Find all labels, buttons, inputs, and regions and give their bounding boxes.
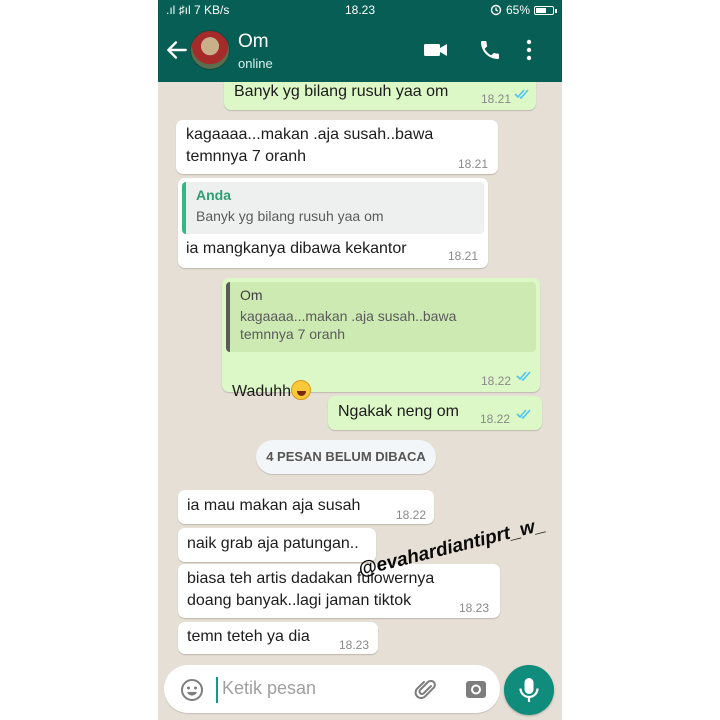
message-input[interactable]: Ketik pesan (164, 665, 500, 713)
attach-icon[interactable] (414, 677, 438, 703)
message-text: biasa teh artis dadakan fulowernya doang… (187, 570, 435, 609)
back-arrow-icon[interactable] (164, 37, 190, 63)
message-time: 18.21 (481, 92, 512, 106)
unread-messages-banner: 4 PESAN BELUM DIBACA (256, 440, 436, 474)
message-time: 18.21 (458, 157, 489, 171)
message-outgoing-reply[interactable]: Om kagaaaa...makan .aja susah..bawa temn… (222, 278, 540, 400)
camera-icon[interactable] (464, 677, 488, 701)
video-call-icon[interactable] (422, 38, 450, 62)
conversation[interactable]: Banyk yg bilang rusuh yaa om 18.21 kagaa… (158, 82, 562, 656)
message-incoming-reply[interactable]: Anda Banyk yg bilang rusuh yaa om ia man… (178, 178, 488, 268)
quote-text: kagaaaa...makan .aja susah..bawa temnnya… (240, 308, 457, 342)
status-bar: .ıl ♯ıl 7 KB/s 18.23 65% (158, 0, 562, 22)
contact-name[interactable]: Om (238, 31, 269, 53)
chat-header: Om online (158, 22, 562, 82)
message-text: kagaaaa...makan .aja susah..bawa temnnya… (186, 126, 434, 165)
laughing-emoji-icon (291, 380, 311, 400)
double-check-icon (514, 89, 529, 100)
double-check-icon (516, 371, 531, 382)
battery-percent: 65% (505, 3, 530, 17)
message-time: 18.22 (480, 412, 511, 426)
message-incoming[interactable]: naik grab aja patungan.. (178, 528, 376, 562)
message-incoming[interactable]: biasa teh artis dadakan fulowernya doang… (178, 564, 500, 618)
avatar[interactable] (190, 30, 230, 70)
quoted-message[interactable]: Anda Banyk yg bilang rusuh yaa om (182, 182, 484, 234)
message-incoming[interactable]: ia mau makan aja susah 18.22 (178, 490, 434, 524)
message-text: temn teteh ya dia (187, 628, 310, 645)
message-text: Banyk yg bilang rusuh yaa om (234, 83, 449, 100)
message-time: 18.21 (448, 249, 479, 263)
quote-author: Om (240, 287, 263, 303)
message-incoming[interactable]: kagaaaa...makan .aja susah..bawa temnnya… (176, 120, 498, 174)
quote-text: Banyk yg bilang rusuh yaa om (196, 208, 384, 224)
message-outgoing[interactable]: Banyk yg bilang rusuh yaa om 18.21 (224, 82, 536, 110)
message-text: ia mangkanya dibawa kekantor (186, 240, 407, 257)
message-text: Ngakak neng om (338, 403, 459, 420)
double-check-icon (516, 409, 531, 420)
contact-status: online (238, 56, 273, 71)
phone-screen: .ıl ♯ıl 7 KB/s 18.23 65% Om online Banyk… (158, 0, 562, 720)
battery-fill (536, 7, 546, 13)
more-options-icon[interactable] (524, 38, 534, 62)
battery-indicator: 65% (490, 3, 557, 17)
message-text: ia mau makan aja susah (187, 497, 361, 514)
composer-bar: Ketik pesan (158, 656, 562, 720)
quoted-message[interactable]: Om kagaaaa...makan .aja susah..bawa temn… (226, 282, 536, 352)
text-cursor (216, 677, 218, 703)
quote-author: Anda (196, 187, 231, 203)
phone-call-icon[interactable] (478, 38, 502, 62)
message-text: naik grab aja patungan.. (187, 535, 359, 552)
message-text-label: Waduhh (232, 383, 291, 400)
battery-icon (534, 5, 557, 15)
mic-button[interactable] (504, 665, 554, 715)
message-time: 18.22 (481, 374, 512, 388)
message-text: Waduhh (232, 358, 311, 403)
alarm-icon (490, 4, 502, 16)
emoji-icon[interactable] (180, 678, 204, 702)
input-placeholder: Ketik pesan (222, 678, 317, 698)
message-time: 18.23 (459, 601, 490, 615)
mic-icon (519, 678, 539, 702)
message-time: 18.23 (339, 638, 370, 652)
message-time: 18.22 (396, 508, 427, 522)
message-incoming[interactable]: temn teteh ya dia 18.23 (178, 622, 378, 654)
message-outgoing[interactable]: Ngakak neng om 18.22 (328, 396, 542, 430)
